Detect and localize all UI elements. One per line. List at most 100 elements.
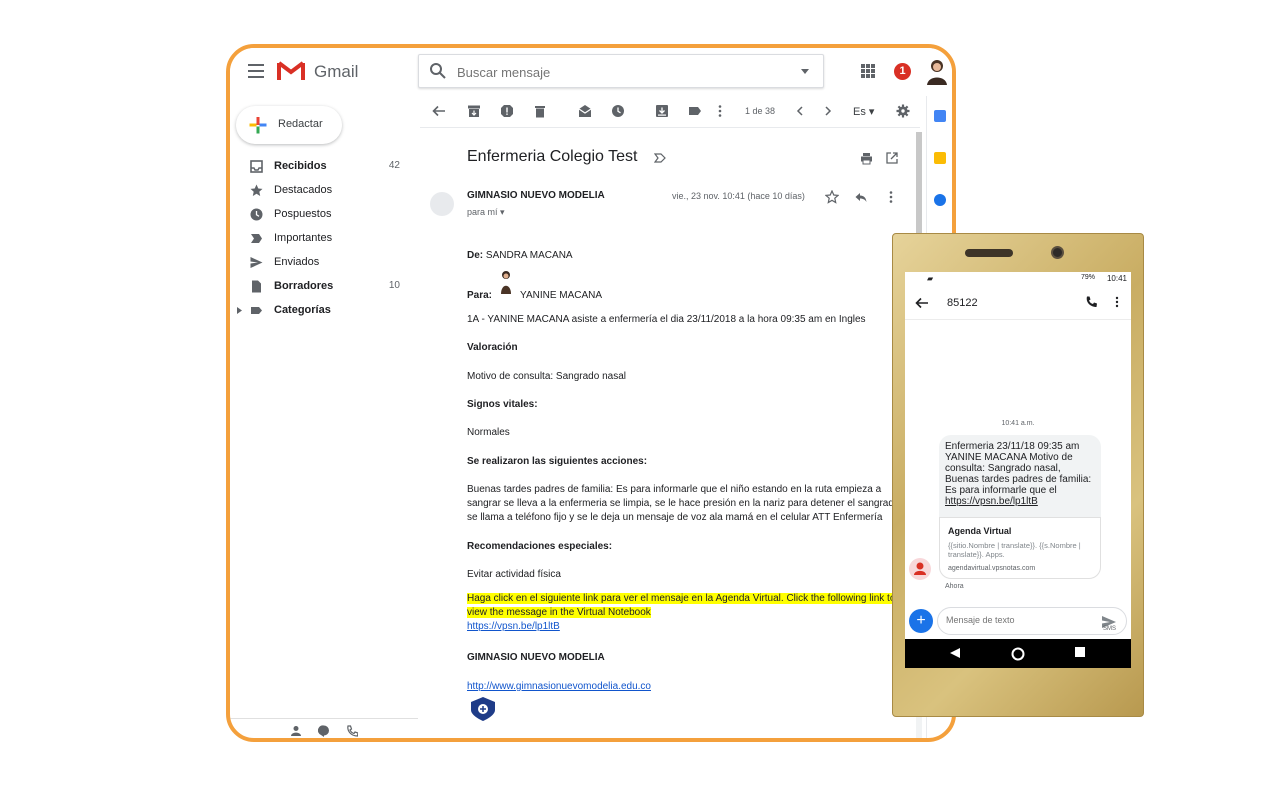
archive-icon[interactable] [467, 104, 481, 118]
gmail-window: Gmail 1 Redactar Recibidos 42 Destacados [226, 44, 956, 742]
message-input-box[interactable]: SMS [937, 607, 1127, 635]
evitar-line: Evitar actividad física [467, 569, 561, 580]
draft-icon [252, 280, 261, 293]
label-icon [251, 307, 262, 314]
from-label: De: [467, 250, 484, 261]
clock-icon [250, 208, 263, 221]
status-time: 10:41 [1106, 274, 1127, 283]
message-toolbar: 1 de 38 Es ▾ [420, 96, 920, 128]
school-crest-logo [471, 697, 495, 721]
acciones-line-3: se llama a teléfono fijo y se le deja un… [467, 512, 883, 523]
search-box[interactable] [418, 54, 824, 88]
to-line: Para: YANINE MACANA [467, 289, 897, 303]
preview-title: Agenda Virtual [948, 526, 1012, 536]
person-icon[interactable] [290, 725, 302, 737]
message-timestamp: 10:41 a.m. [1001, 420, 1035, 427]
back-arrow-icon[interactable] [915, 296, 929, 310]
input-tools-button[interactable]: Es ▾ [853, 105, 874, 118]
hangouts-bar [230, 718, 418, 738]
sidebar-item-label: Enviados [274, 256, 320, 268]
expand-arrow-icon[interactable] [237, 307, 242, 314]
search-icon[interactable] [429, 62, 447, 80]
star-message-icon[interactable] [825, 190, 839, 204]
sidebar-item-importantes[interactable]: Importantes [230, 228, 418, 250]
newer-icon[interactable] [793, 104, 807, 118]
sidebar-item-recibidos[interactable]: Recibidos 42 [230, 156, 418, 178]
sidebar-item-categorias[interactable]: Categorías [230, 300, 418, 322]
gmail-logo-icon[interactable] [277, 60, 305, 82]
contact-number: 85122 [947, 297, 978, 309]
important-icon [251, 234, 262, 243]
search-input[interactable] [457, 62, 777, 82]
sms-link[interactable]: https://vpsn.be/lp1ltB [945, 496, 1038, 507]
phone-speaker [965, 249, 1013, 257]
message-date: vie., 23 nov. 10:41 (hace 10 días) [672, 191, 805, 201]
snooze-icon[interactable] [611, 104, 625, 118]
message-input[interactable] [946, 615, 1086, 625]
motivo-line: Motivo de consulta: Sangrado nasal [467, 371, 626, 382]
phone-device: ▰ 79% 10:41 85122 10:41 a.m. Enfermeria … [892, 233, 1144, 717]
nav-home-icon[interactable] [1011, 647, 1025, 661]
sidebar-item-destacados[interactable]: Destacados [230, 180, 418, 202]
sender-avatar [430, 192, 454, 216]
open-new-window-icon[interactable] [886, 152, 898, 164]
print-icon[interactable] [860, 152, 873, 165]
label-as-icon[interactable] [688, 104, 702, 118]
hangouts-icon[interactable] [318, 725, 330, 737]
highlight-line-1: Haga click en el siguiente link para ver… [467, 593, 896, 604]
move-to-icon[interactable] [655, 104, 669, 118]
delete-icon[interactable] [533, 104, 547, 118]
recipient-toggle[interactable]: para mí ▾ [467, 207, 505, 218]
from-value: SANDRA MACANA [485, 250, 573, 261]
sms-label: SMS [1102, 626, 1116, 632]
section-recomendaciones: Recomendaciones especiales: [467, 541, 613, 552]
account-avatar[interactable] [925, 57, 949, 85]
short-link[interactable]: https://vpsn.be/lp1ltB [467, 621, 560, 632]
main-menu-icon[interactable] [248, 64, 264, 78]
keep-icon[interactable] [934, 152, 946, 164]
sidebar-item-borradores[interactable]: Borradores 10 [230, 276, 418, 298]
older-icon[interactable] [821, 104, 835, 118]
input-tools-label: Es [853, 106, 866, 118]
status-bar: ▰ 79% 10:41 [905, 272, 1131, 286]
settings-gear-icon[interactable] [896, 104, 910, 118]
back-arrow-icon[interactable] [432, 104, 446, 118]
sidebar-item-label: Categorías [274, 304, 331, 316]
nav-back-icon[interactable] [949, 647, 961, 659]
pagination-label: 1 de 38 [745, 106, 776, 116]
sidebar-item-label: Pospuestos [274, 208, 332, 220]
scrollbar-thumb[interactable] [916, 132, 922, 237]
recipient-label: para mí [467, 207, 498, 217]
sent-time-label: Ahora [945, 583, 964, 590]
call-icon[interactable] [1085, 296, 1097, 308]
phone-call-icon[interactable] [346, 725, 358, 737]
add-attachment-button[interactable]: + [909, 609, 933, 633]
important-marker-icon[interactable] [654, 153, 666, 163]
sms-bubble[interactable]: Enfermeria 23/11/18 09:35 am YANINE MACA… [939, 435, 1101, 579]
search-options-icon[interactable] [801, 69, 809, 74]
sender-name: GIMNASIO NUEVO MODELIA [467, 190, 605, 201]
website-link[interactable]: http://www.gimnasionuevomodelia.edu.co [467, 681, 651, 692]
apps-grid-icon[interactable] [861, 64, 875, 78]
phone-camera [1051, 246, 1064, 259]
sidebar-item-enviados[interactable]: Enviados [230, 252, 418, 274]
sidebar-item-pospuestos[interactable]: Pospuestos [230, 204, 418, 226]
battery-level: 79% [1080, 274, 1095, 281]
reply-icon[interactable] [854, 190, 868, 204]
more-options-icon[interactable] [713, 104, 727, 118]
mark-unread-icon[interactable] [578, 104, 592, 118]
compose-button[interactable]: Redactar [236, 106, 342, 144]
message-subject: Enfermeria Colegio Test [467, 148, 638, 165]
notification-badge[interactable]: 1 [894, 63, 911, 80]
message-more-icon[interactable] [888, 190, 894, 204]
signature-name: GIMNASIO NUEVO MODELIA [467, 652, 605, 663]
report-spam-icon[interactable] [500, 104, 514, 118]
contact-avatar [909, 558, 931, 580]
calendar-icon[interactable] [934, 110, 946, 122]
tasks-icon[interactable] [934, 194, 946, 206]
sms-body: Enfermeria 23/11/18 09:35 am YANINE MACA… [945, 441, 1092, 496]
nav-recents-icon[interactable] [1075, 647, 1085, 657]
sidebar-item-label: Borradores [274, 280, 334, 292]
link-preview-card[interactable]: Agenda Virtual {{sitio.Nombre | translat… [939, 517, 1101, 579]
more-options-icon[interactable] [1115, 296, 1119, 308]
